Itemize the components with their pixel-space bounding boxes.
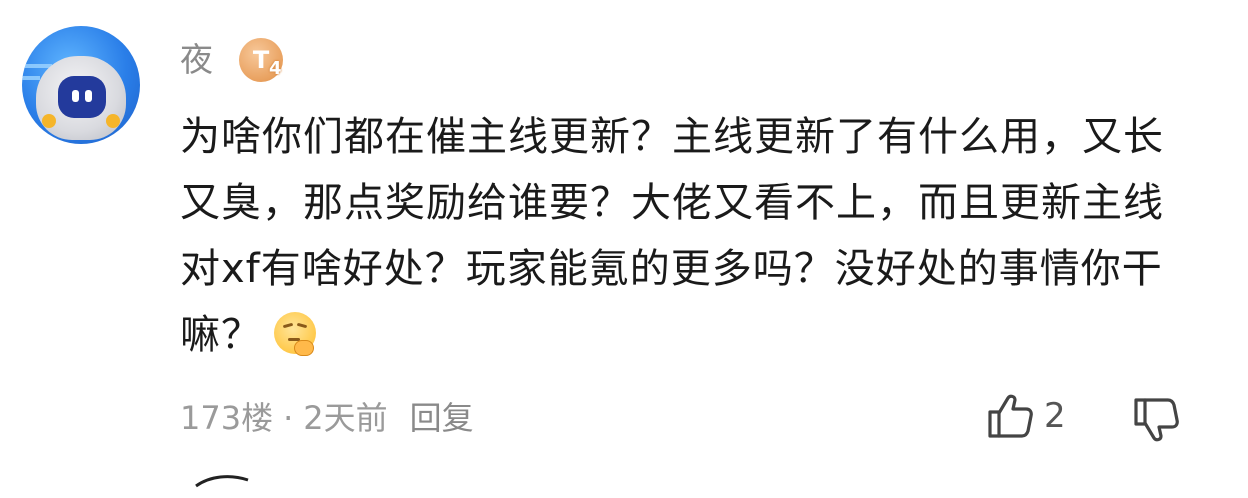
- floor-number: 173楼: [180, 399, 274, 437]
- thumbs-down-icon: [1134, 398, 1179, 442]
- robot-dot: [42, 114, 56, 128]
- avatar[interactable]: [22, 26, 140, 144]
- thinking-face-icon: [274, 312, 318, 356]
- username[interactable]: 夜: [180, 38, 213, 82]
- next-comment-avatar-peek: [195, 475, 249, 488]
- robot-eye-icon: [85, 90, 92, 102]
- robot-avatar-icon: [36, 56, 126, 140]
- reply-button[interactable]: 回复: [410, 399, 474, 437]
- avatar-decoration: [22, 76, 40, 80]
- comment-meta: 173楼 · 2天前 回复: [180, 396, 474, 440]
- robot-eye-icon: [72, 90, 79, 102]
- level-badge-icon: T 4: [239, 38, 289, 82]
- like-count: 2: [1044, 396, 1066, 436]
- like-button[interactable]: 2: [984, 390, 1066, 442]
- comment-body: 为啥你们都在催主线更新？主线更新了有什么用，又长又臭，那点奖励给谁要？大佬又看不…: [180, 104, 1190, 368]
- comment-time: 2天前: [303, 399, 388, 437]
- robot-dot: [106, 114, 120, 128]
- comment-text: 为啥你们都在催主线更新？主线更新了有什么用，又长又臭，那点奖励给谁要？大佬又看不…: [180, 114, 1164, 358]
- thumbs-up-icon: [988, 394, 1033, 438]
- dislike-button[interactable]: [1132, 392, 1186, 446]
- level-badge-number: 4: [269, 58, 282, 79]
- robot-face: [58, 76, 106, 118]
- meta-separator: ·: [283, 399, 294, 437]
